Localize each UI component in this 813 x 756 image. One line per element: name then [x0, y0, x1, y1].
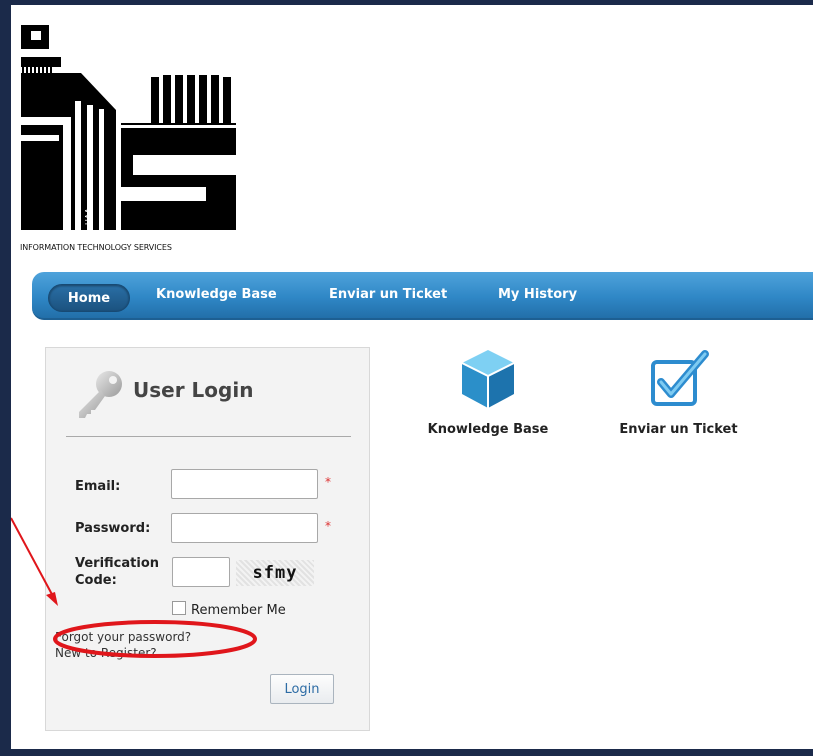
- tile-knowledge-base-label: Knowledge Base: [427, 422, 549, 437]
- remember-me-label[interactable]: Remember Me: [191, 603, 286, 618]
- email-input[interactable]: [171, 469, 318, 499]
- login-button[interactable]: Login: [270, 674, 334, 704]
- key-icon: [79, 371, 122, 418]
- password-input[interactable]: [171, 513, 318, 543]
- nav-tab-knowledge-base[interactable]: Knowledge Base: [156, 287, 277, 302]
- register-link[interactable]: New to Register?: [55, 646, 157, 660]
- tile-enviar-ticket[interactable]: Enviar un Ticket: [606, 348, 751, 437]
- its-logo-mark: UAA: [21, 25, 236, 230]
- login-title: User Login: [133, 378, 254, 402]
- logo-mark-text: UAA: [84, 207, 93, 225]
- verification-label-line2: Code:: [75, 573, 117, 588]
- checkbox-icon: [650, 350, 709, 406]
- remember-me-checkbox[interactable]: [172, 601, 186, 615]
- email-required-mark: *: [325, 475, 331, 489]
- logo-caption: INFORMATION TECHNOLOGY SERVICES: [20, 243, 172, 252]
- email-label: Email:: [75, 479, 121, 494]
- nav-tab-home[interactable]: Home: [48, 284, 130, 312]
- tile-knowledge-base[interactable]: Knowledge Base: [418, 348, 558, 437]
- cube-icon: [461, 350, 515, 408]
- login-divider: [66, 436, 351, 437]
- nav-tab-enviar-ticket[interactable]: Enviar un Ticket: [329, 287, 447, 302]
- verification-label-line1: Verification: [75, 556, 160, 571]
- password-required-mark: *: [325, 519, 331, 533]
- its-logo: UAA: [11, 5, 251, 260]
- forgot-password-link[interactable]: Forgot your password?: [55, 630, 191, 644]
- captcha-image: sfmy: [236, 560, 314, 586]
- verification-code-input[interactable]: [172, 557, 230, 587]
- nav-tab-my-history[interactable]: My History: [498, 287, 577, 302]
- login-panel: User Login Email: * Password: * Verifica…: [45, 347, 370, 731]
- password-label: Password:: [75, 521, 151, 536]
- tile-enviar-ticket-label: Enviar un Ticket: [619, 422, 738, 437]
